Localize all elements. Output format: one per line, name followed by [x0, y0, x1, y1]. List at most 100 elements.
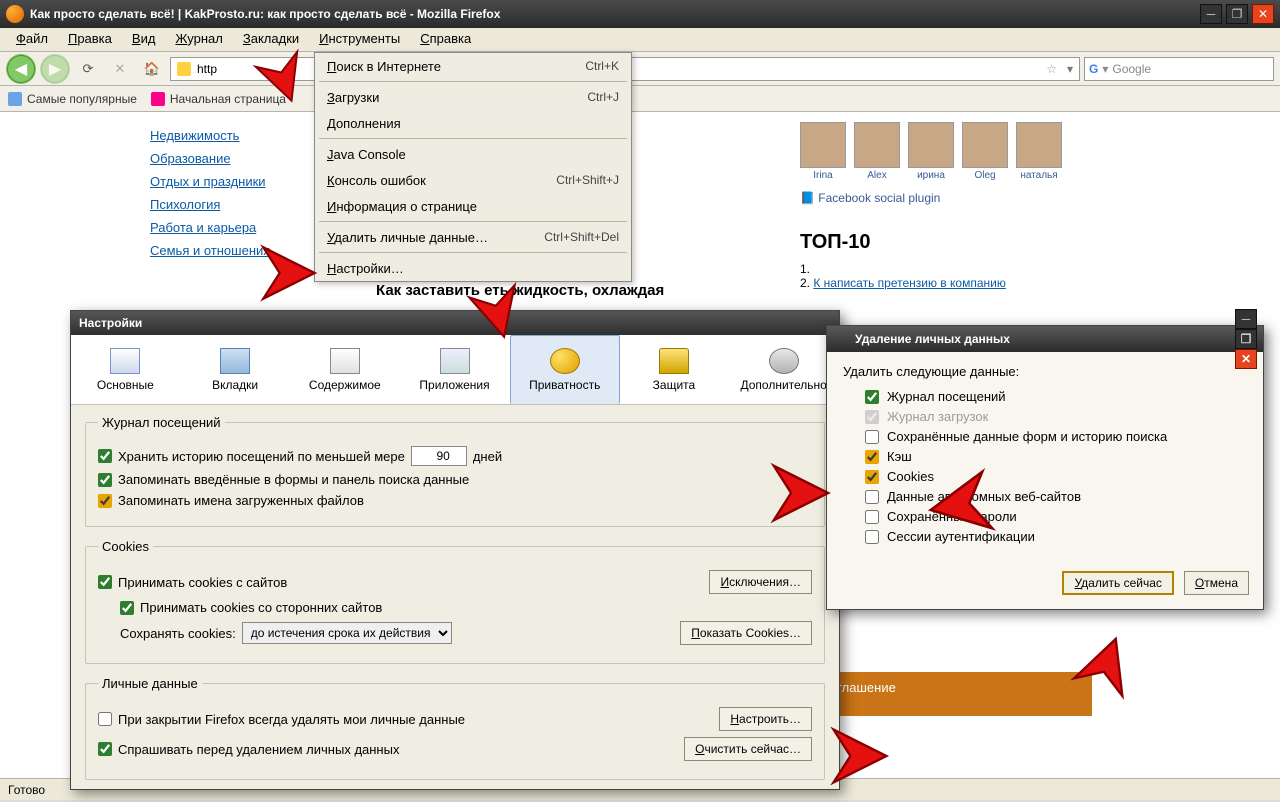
chk-del-history[interactable] [865, 390, 879, 404]
maximize-button[interactable]: ❐ [1235, 329, 1257, 349]
chk-del-cookies[interactable] [865, 470, 879, 484]
chk-del-sessions[interactable] [865, 530, 879, 544]
content-icon [330, 348, 360, 374]
chk-del-passwords[interactable] [865, 510, 879, 524]
chk-del-offline[interactable] [865, 490, 879, 504]
site-icon [177, 62, 191, 76]
label: Запоминать введённые в формы и панель по… [118, 472, 469, 487]
red-arrow-icon [466, 282, 530, 346]
menu-item-downloads[interactable]: ЗагрузкиCtrl+J [315, 84, 631, 110]
configure-button[interactable]: Настроить… [719, 707, 812, 731]
orange-banner: оглашение [822, 672, 1092, 716]
tab-security[interactable]: Защита [620, 335, 730, 404]
tools-menu-dropdown: Поиск в ИнтернетеCtrl+K ЗагрузкиCtrl+J Д… [314, 52, 632, 282]
avatar[interactable]: Irina [800, 122, 846, 181]
delete-data-dialog: Удаление личных данных ─ ❐ ✕ Удалить сле… [826, 325, 1264, 610]
menu-file[interactable]: Файл [6, 28, 58, 51]
chk-ask-before-clear[interactable] [98, 742, 112, 756]
back-button[interactable]: ◀ [6, 54, 36, 84]
tab-advanced[interactable]: Дополнительно [729, 335, 839, 404]
firefox-icon [6, 5, 24, 23]
minimize-button[interactable]: ─ [1200, 4, 1222, 24]
home-button[interactable]: 🏠 [138, 56, 166, 82]
top10-link[interactable]: К написать претензию в компанию [813, 276, 1006, 290]
folder-icon [8, 92, 22, 106]
chk-remember-forms[interactable] [98, 473, 112, 487]
close-button[interactable]: ✕ [1252, 4, 1274, 24]
window-titlebar: Как просто сделать всё! | KakProsto.ru: … [0, 0, 1280, 28]
forward-button[interactable]: ▶ [40, 54, 70, 84]
chk-keep-history[interactable] [98, 449, 112, 463]
label: Журнал посещений [887, 389, 1006, 404]
chk-del-forms[interactable] [865, 430, 879, 444]
tab-content[interactable]: Содержимое [290, 335, 400, 404]
menu-separator [319, 252, 627, 253]
red-arrow-icon [824, 720, 896, 792]
stop-button[interactable]: ✕ [106, 56, 134, 82]
dropdown-icon[interactable]: ▾ [1067, 62, 1073, 76]
group-cookies: Cookies Принимать cookies с сайтов Исклю… [85, 539, 825, 664]
cancel-button[interactable]: Отмена [1184, 571, 1249, 595]
menu-item-addons[interactable]: Дополнения [315, 110, 631, 136]
avatar[interactable]: наталья [1016, 122, 1062, 181]
menu-help[interactable]: Справка [410, 28, 481, 51]
window-title: Как просто сделать всё! | KakProsto.ru: … [30, 7, 1200, 21]
menu-tools[interactable]: Инструменты [309, 28, 410, 51]
cookie-store-select[interactable]: до истечения срока их действия [242, 622, 452, 644]
dialog-titlebar: Удаление личных данных ─ ❐ ✕ [827, 326, 1263, 352]
main-icon [110, 348, 140, 374]
status-text: Готово [8, 783, 45, 797]
menu-item-settings[interactable]: Настройки… [315, 255, 631, 281]
chk-del-downloads [865, 410, 879, 424]
avatar[interactable]: ирина [908, 122, 954, 181]
security-icon [659, 348, 689, 374]
advanced-icon [769, 348, 799, 374]
bookmark-star-icon[interactable]: ☆ [1046, 62, 1057, 76]
dialog-intro: Удалить следующие данные: [843, 364, 1247, 379]
avatar[interactable]: Oleg [962, 122, 1008, 181]
menu-item-clear-private[interactable]: Удалить личные данные…Ctrl+Shift+Del [315, 224, 631, 250]
reload-button[interactable]: ⟳ [74, 56, 102, 82]
exceptions-button[interactable]: Исключения… [709, 570, 812, 594]
search-placeholder: Google [1112, 62, 1151, 76]
label: Запоминать имена загруженных файлов [118, 493, 364, 508]
red-arrow-icon [254, 238, 324, 308]
settings-tabs: Основные Вкладки Содержимое Приложения П… [71, 335, 839, 405]
show-cookies-button[interactable]: Показать Cookies… [680, 621, 812, 645]
menu-item-javaconsole[interactable]: Java Console [315, 141, 631, 167]
chk-clear-on-close[interactable] [98, 712, 112, 726]
chk-remember-downloads[interactable] [98, 494, 112, 508]
settings-window: Настройки Основные Вкладки Содержимое Пр… [70, 310, 840, 790]
search-bar[interactable]: G▾ Google [1084, 57, 1274, 81]
close-button[interactable]: ✕ [1235, 349, 1257, 369]
chk-accept-cookies[interactable] [98, 575, 112, 589]
chk-third-party-cookies[interactable] [120, 601, 134, 615]
history-days-input[interactable] [411, 446, 467, 466]
label: Хранить историю посещений по меньшей мер… [118, 449, 405, 464]
chk-del-cache[interactable] [865, 450, 879, 464]
bookmark-label: Самые популярные [27, 92, 137, 106]
menu-item-errorconsole[interactable]: Консоль ошибокCtrl+Shift+J [315, 167, 631, 193]
menu-view[interactable]: Вид [122, 28, 166, 51]
clear-now-button[interactable]: Очистить сейчас… [684, 737, 812, 761]
tab-tabs[interactable]: Вкладки [181, 335, 291, 404]
avatar[interactable]: Alex [854, 122, 900, 181]
menu-edit[interactable]: Правка [58, 28, 122, 51]
bookmark-popular[interactable]: Самые популярные [8, 92, 137, 106]
menu-item-search[interactable]: Поиск в ИнтернетеCtrl+K [315, 53, 631, 79]
right-column: Irina Alex ирина Oleg наталья 📘 Facebook… [800, 122, 1100, 290]
apps-icon [440, 348, 470, 374]
maximize-button[interactable]: ❐ [1226, 4, 1248, 24]
menu-history[interactable]: Журнал [165, 28, 232, 51]
delete-now-button[interactable]: Удалить сейчас [1062, 571, 1173, 595]
menu-item-pageinfo[interactable]: Информация о странице [315, 193, 631, 219]
bookmark-bar: Самые популярные Начальная страница [0, 86, 1280, 112]
label: При закрытии Firefox всегда удалять мои … [118, 712, 465, 727]
facebook-plugin-label: 📘 Facebook social plugin [800, 191, 1100, 205]
dialog-title: Удаление личных данных [855, 332, 1010, 346]
article-title: Как заставить еть жидкость, охлаждая [376, 282, 786, 299]
settings-title: Настройки [79, 316, 142, 330]
avatar-row: Irina Alex ирина Oleg наталья [800, 122, 1100, 181]
minimize-button[interactable]: ─ [1235, 309, 1257, 329]
tab-main[interactable]: Основные [71, 335, 181, 404]
